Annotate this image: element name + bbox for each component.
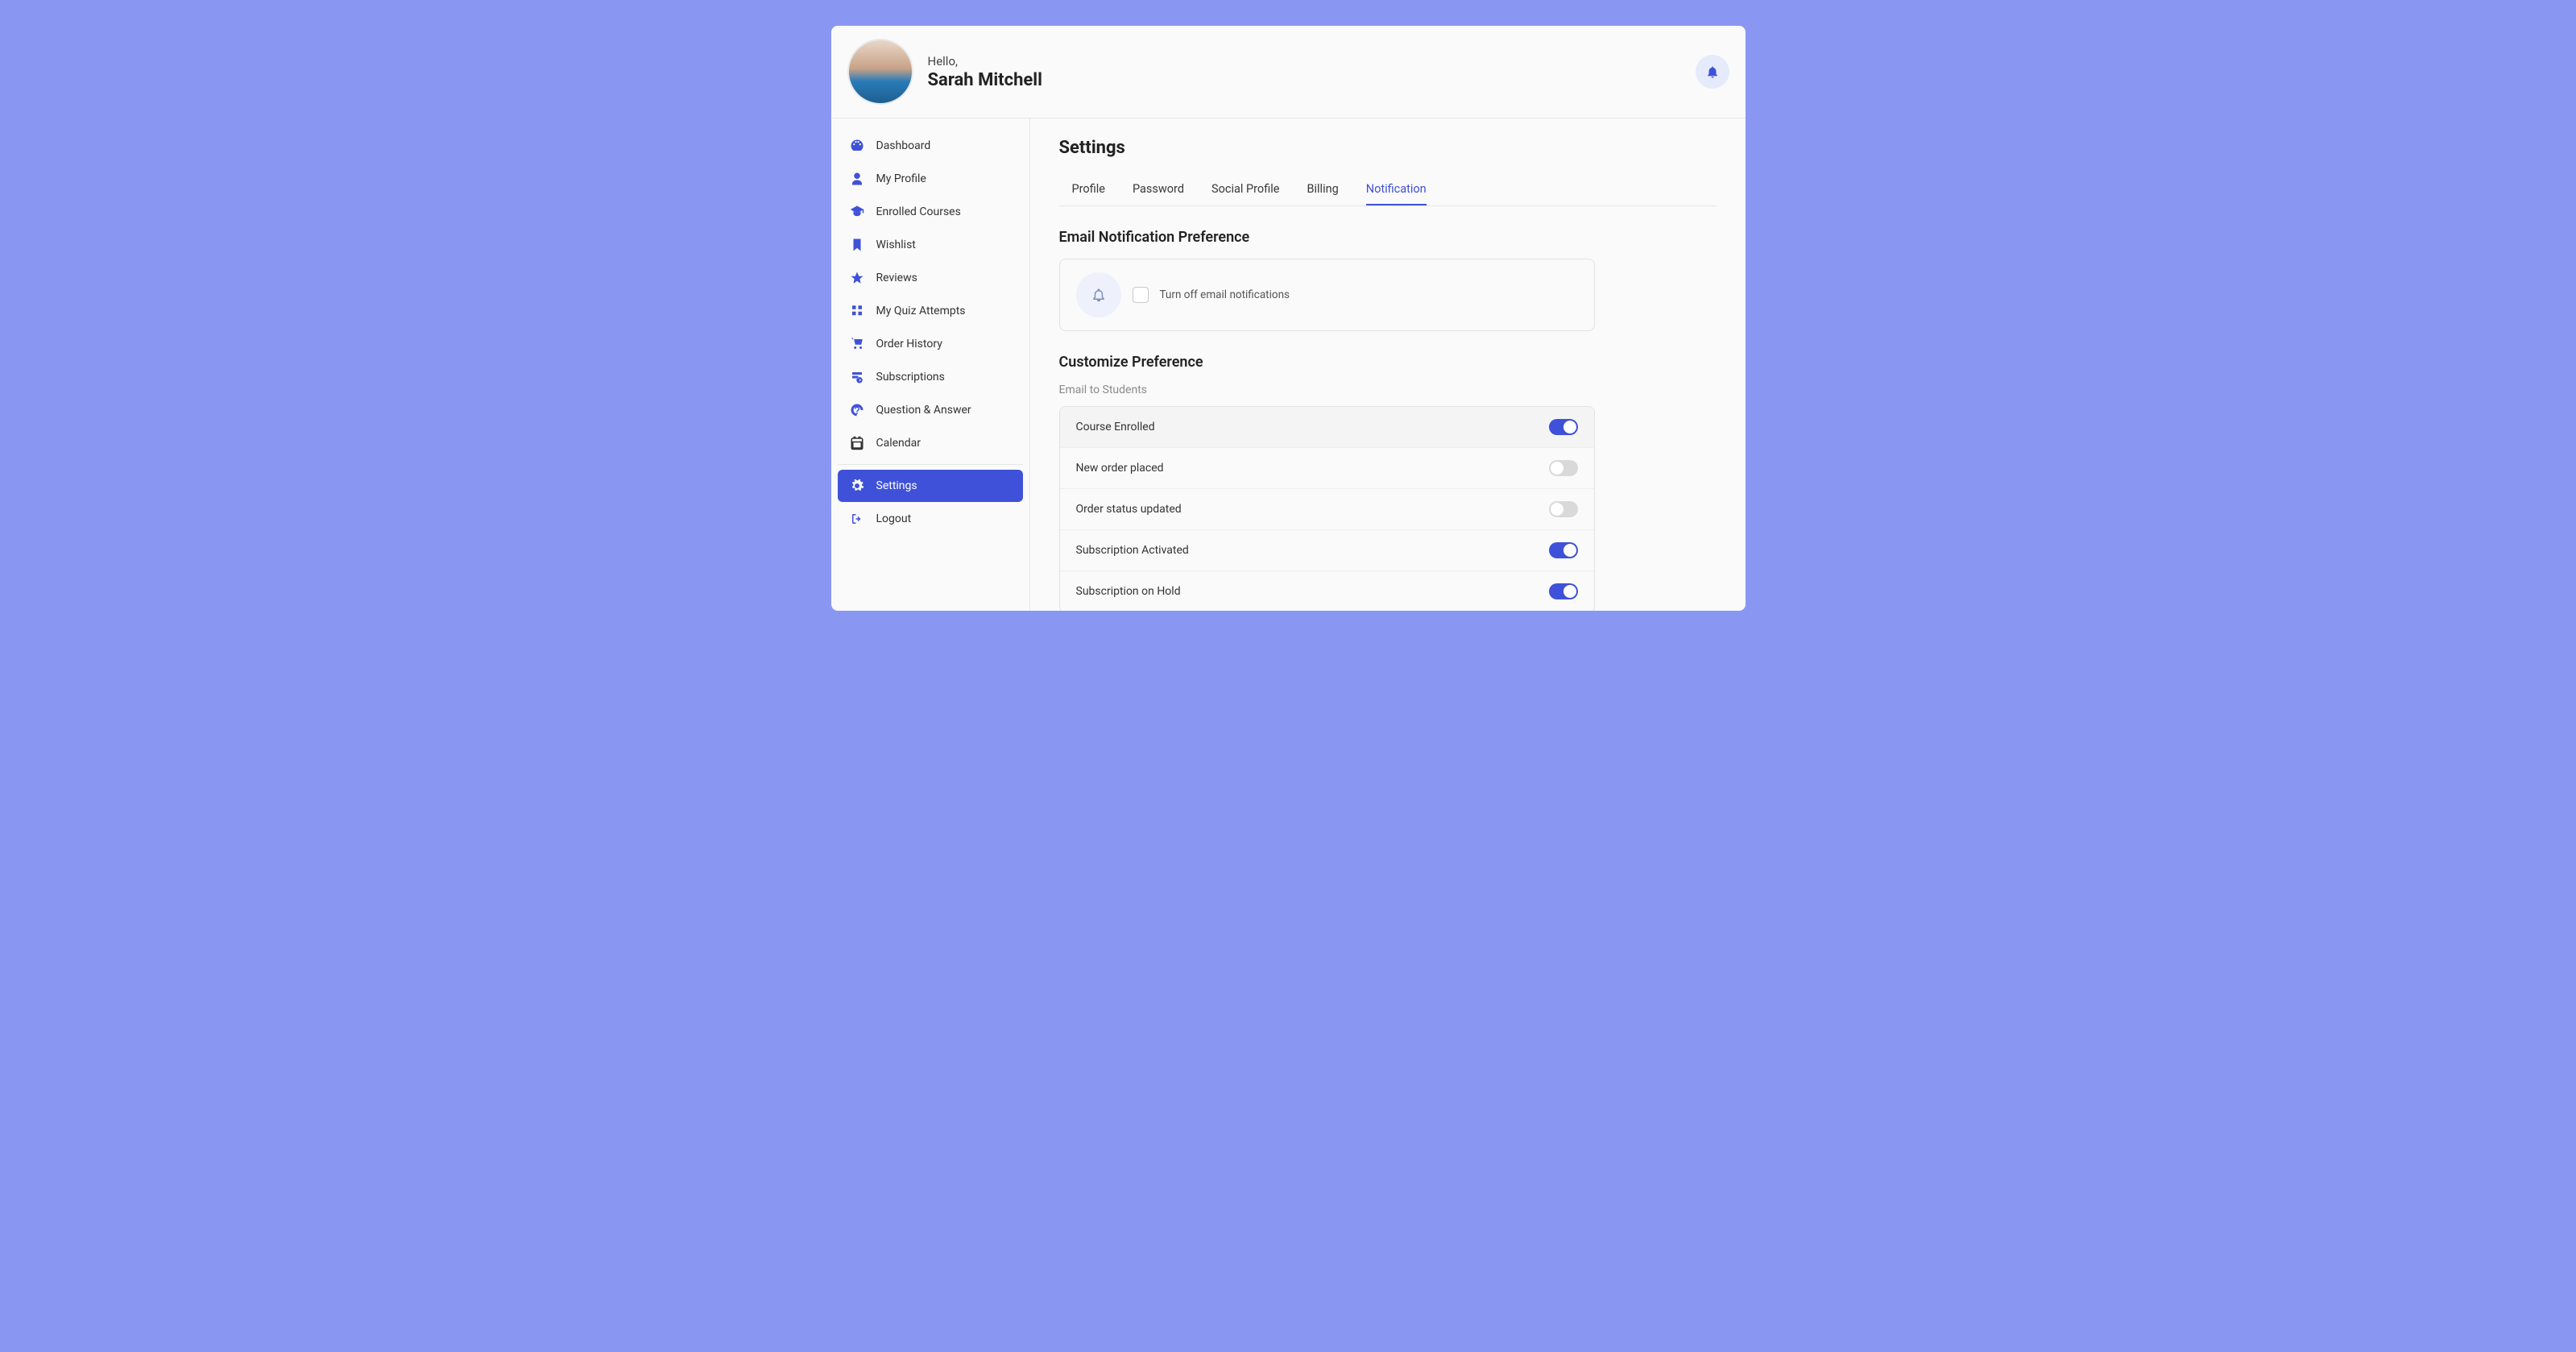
sidebar-item-reviews[interactable]: Reviews <box>838 262 1023 294</box>
pref-row-new-order: New order placed <box>1060 448 1594 489</box>
email-pref-title: Email Notification Preference <box>1059 229 1717 246</box>
sidebar-item-order-history[interactable]: Order History <box>838 328 1023 360</box>
bell-icon <box>1091 288 1106 302</box>
sidebar-item-calendar[interactable]: Calendar <box>838 427 1023 459</box>
toggle-sub-activated[interactable] <box>1549 542 1578 558</box>
toggle-course-enrolled[interactable] <box>1549 419 1578 435</box>
customize-box: Course Enrolled New order placed Order s… <box>1059 406 1595 611</box>
bell-icon-circle <box>1076 272 1121 317</box>
username-label: Sarah Mitchell <box>928 70 1042 90</box>
sidebar-item-label: My Profile <box>876 172 926 185</box>
sidebar-item-label: Logout <box>876 512 912 525</box>
dashboard-icon <box>849 138 865 154</box>
pref-row-order-status: Order status updated <box>1060 489 1594 530</box>
sidebar-item-question-answer[interactable]: Question & Answer <box>838 394 1023 426</box>
sidebar-item-label: Settings <box>876 479 917 492</box>
sidebar-divider <box>838 464 1023 465</box>
pref-label: Subscription on Hold <box>1076 585 1181 598</box>
toggle-new-order[interactable] <box>1549 460 1578 476</box>
star-icon <box>849 270 865 286</box>
quiz-icon <box>849 303 865 319</box>
cart-icon <box>849 336 865 352</box>
sidebar-item-label: Order History <box>876 338 942 350</box>
sidebar-item-label: My Quiz Attempts <box>876 305 966 317</box>
pref-label: New order placed <box>1076 462 1164 475</box>
sidebar-item-logout[interactable]: Logout <box>838 503 1023 535</box>
pref-row-course-enrolled: Course Enrolled <box>1060 407 1594 448</box>
sidebar-item-dashboard[interactable]: Dashboard <box>838 130 1023 162</box>
qa-icon <box>849 402 865 418</box>
app-container: Hello, Sarah Mitchell Dashboard My Profi… <box>831 26 1746 611</box>
turn-off-email-label: Turn off email notifications <box>1160 288 1290 301</box>
sidebar-item-label: Calendar <box>876 437 921 450</box>
header: Hello, Sarah Mitchell <box>831 26 1746 118</box>
tab-notification[interactable]: Notification <box>1366 174 1427 205</box>
tab-social-profile[interactable]: Social Profile <box>1211 174 1279 205</box>
pref-row-sub-hold: Subscription on Hold <box>1060 571 1594 611</box>
customize-title: Customize Preference <box>1059 354 1717 371</box>
tab-billing[interactable]: Billing <box>1307 174 1338 205</box>
subscription-icon <box>849 369 865 385</box>
graduation-icon <box>849 204 865 220</box>
tab-profile[interactable]: Profile <box>1072 174 1105 205</box>
sidebar-item-label: Reviews <box>876 272 917 284</box>
sidebar: Dashboard My Profile Enrolled Courses Wi… <box>831 118 1030 611</box>
pref-label: Course Enrolled <box>1076 421 1155 433</box>
sidebar-item-label: Wishlist <box>876 238 916 251</box>
turn-off-email-checkbox[interactable] <box>1133 287 1149 303</box>
toggle-sub-hold[interactable] <box>1549 583 1578 599</box>
pref-label: Order status updated <box>1076 503 1182 516</box>
pref-row-sub-activated: Subscription Activated <box>1060 530 1594 571</box>
toggle-order-status[interactable] <box>1549 501 1578 517</box>
calendar-icon <box>849 435 865 451</box>
sidebar-item-label: Dashboard <box>876 139 931 152</box>
sidebar-item-label: Question & Answer <box>876 404 971 417</box>
logout-icon <box>849 511 865 527</box>
notifications-button[interactable] <box>1696 55 1729 89</box>
bell-icon <box>1705 64 1720 79</box>
greeting-label: Hello, <box>928 54 1042 68</box>
sidebar-item-enrolled-courses[interactable]: Enrolled Courses <box>838 196 1023 228</box>
sidebar-item-label: Subscriptions <box>876 371 945 384</box>
email-pref-box: Turn off email notifications <box>1059 259 1595 331</box>
tabs: Profile Password Social Profile Billing … <box>1059 174 1717 206</box>
pref-label: Subscription Activated <box>1076 544 1189 557</box>
customize-sublabel: Email to Students <box>1059 384 1717 396</box>
sidebar-item-label: Enrolled Courses <box>876 205 961 218</box>
content: Settings Profile Password Social Profile… <box>1030 118 1746 611</box>
sidebar-item-my-profile[interactable]: My Profile <box>838 163 1023 195</box>
page-title: Settings <box>1059 138 1717 158</box>
tab-password[interactable]: Password <box>1133 174 1184 205</box>
bookmark-icon <box>849 237 865 253</box>
sidebar-item-wishlist[interactable]: Wishlist <box>838 229 1023 261</box>
sidebar-item-my-quiz-attempts[interactable]: My Quiz Attempts <box>838 295 1023 327</box>
header-user: Hello, Sarah Mitchell <box>847 39 1042 105</box>
user-icon <box>849 171 865 187</box>
sidebar-item-settings[interactable]: Settings <box>838 470 1023 502</box>
sidebar-item-subscriptions[interactable]: Subscriptions <box>838 361 1023 393</box>
gear-icon <box>849 478 865 494</box>
avatar[interactable] <box>847 39 913 105</box>
